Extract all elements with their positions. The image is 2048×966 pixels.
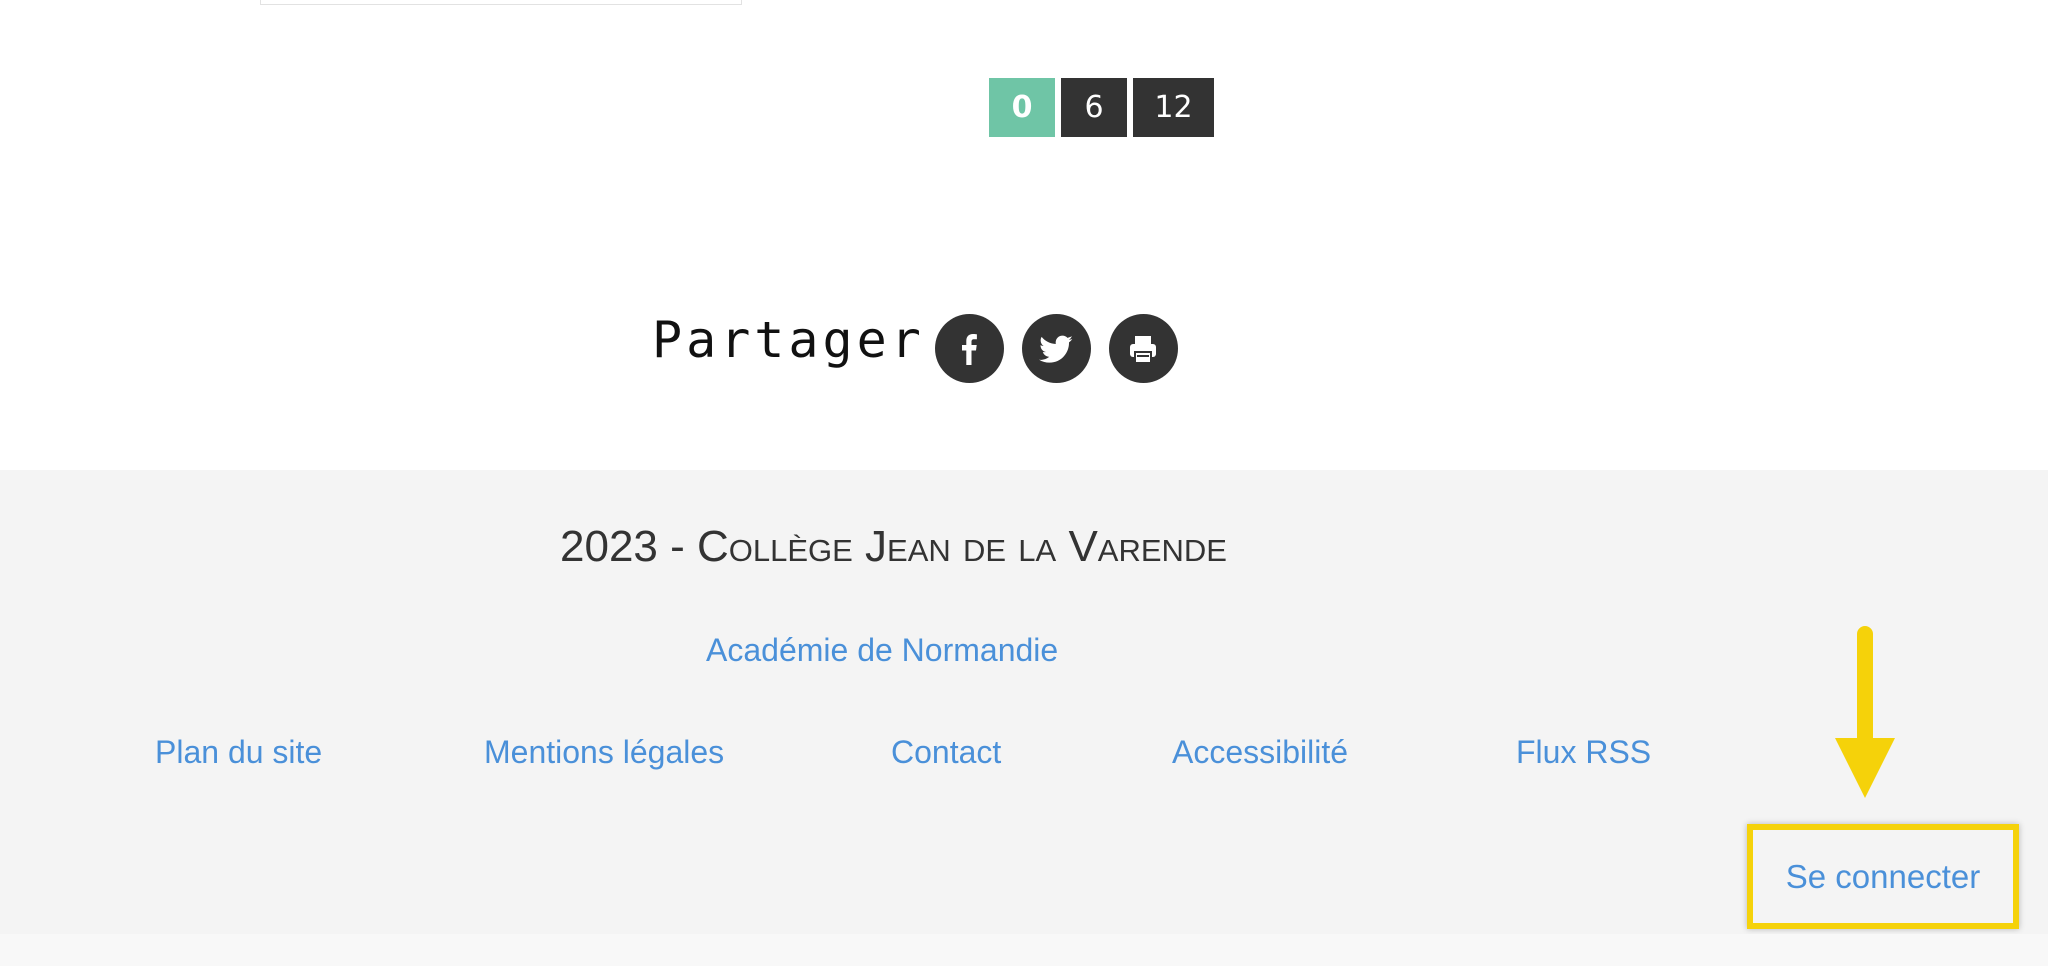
bottom-strip — [0, 934, 2048, 966]
share-label: Partager — [652, 310, 925, 369]
page-button-12[interactable]: 12 — [1133, 78, 1214, 137]
login-label: Se connecter — [1785, 857, 1981, 895]
print-icon[interactable] — [1108, 314, 1178, 383]
footer-link-accessibilite[interactable]: Accessibilité — [1172, 734, 1348, 771]
footer-link-flux-rss[interactable]: Flux RSS — [1516, 734, 1651, 771]
footer: 2023 - Collège Jean de la Varende Académ… — [0, 470, 2048, 966]
academie-link[interactable]: Académie de Normandie — [706, 632, 1058, 669]
share-bar: Partager — [652, 296, 1196, 383]
pagination: 0 6 12 — [989, 78, 1214, 137]
school-name: Collège Jean de la Varende — [696, 522, 1227, 571]
content-box-edge — [260, 0, 742, 5]
facebook-icon[interactable] — [934, 314, 1004, 383]
login-button[interactable]: Se connecter — [1747, 824, 2019, 929]
twitter-icon[interactable] — [1021, 314, 1091, 383]
footer-link-plan-du-site[interactable]: Plan du site — [155, 734, 322, 771]
page: 0 6 12 Partager 2023 - Collège Jean de l… — [0, 0, 2048, 966]
page-button-6[interactable]: 6 — [1061, 78, 1127, 137]
footer-year: 2023 - — [560, 522, 697, 571]
arrow-down-icon — [1835, 626, 1895, 798]
footer-link-contact[interactable]: Contact — [891, 734, 1001, 771]
footer-links: Plan du site Mentions légales Contact Ac… — [0, 734, 2048, 774]
footer-link-mentions-legales[interactable]: Mentions légales — [484, 734, 724, 771]
footer-title: 2023 - Collège Jean de la Varende — [560, 522, 1227, 572]
page-button-0[interactable]: 0 — [989, 78, 1055, 137]
